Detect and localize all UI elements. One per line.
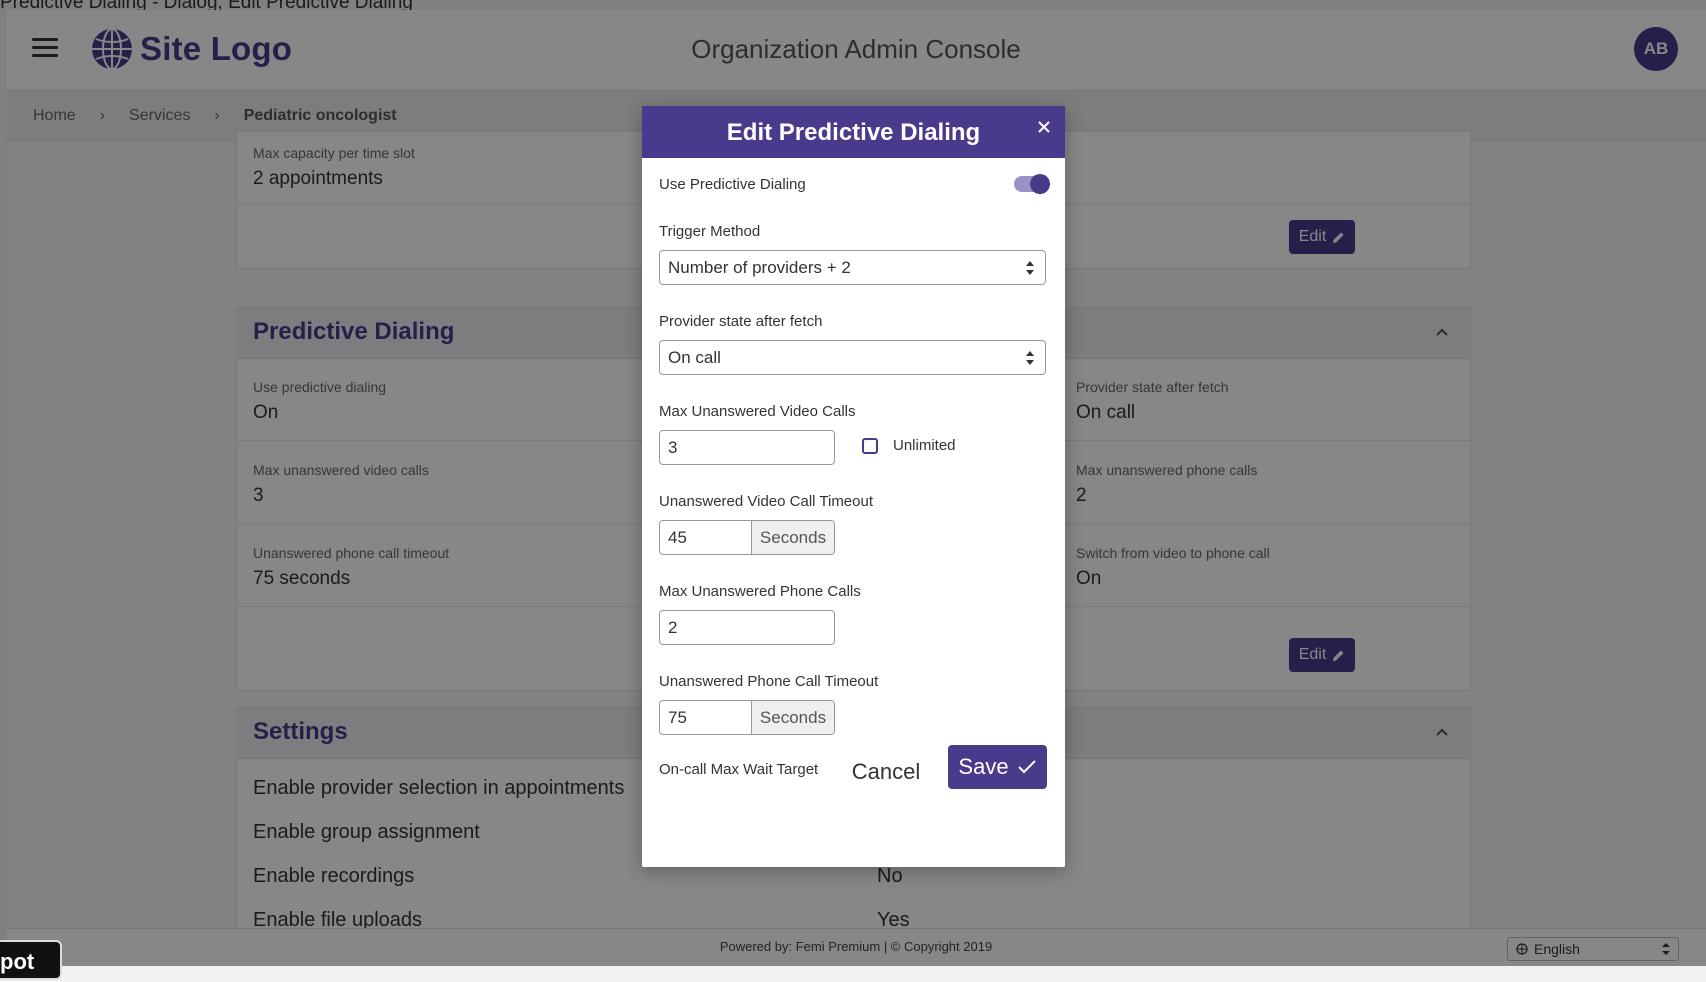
select-arrows-icon (1026, 351, 1034, 365)
trigger-method-value: Number of providers + 2 (668, 258, 851, 277)
seconds-addon: Seconds (752, 521, 834, 554)
video-timeout-input[interactable]: 45 (660, 521, 752, 554)
provider-state-select[interactable]: On call (659, 340, 1046, 375)
select-arrows-icon (1026, 261, 1034, 275)
provider-state-label: Provider state after fetch (659, 313, 823, 330)
use-predictive-label: Use Predictive Dialing (659, 176, 806, 193)
cancel-button[interactable]: Cancel (841, 752, 931, 792)
phone-timeout-label: Unanswered Phone Call Timeout (659, 673, 879, 690)
edit-predictive-dialing-modal: Edit Predictive Dialing Use Predictive D… (642, 106, 1065, 867)
modal-header: Edit Predictive Dialing (642, 106, 1065, 158)
save-label: Save (958, 754, 1009, 779)
checkmark-icon (1017, 760, 1036, 774)
toast-snippet: pot (0, 940, 62, 980)
seconds-addon: Seconds (752, 701, 834, 734)
max-phone-label: Max Unanswered Phone Calls (659, 583, 861, 600)
max-phone-input[interactable]: 2 (659, 610, 835, 645)
save-button[interactable]: Save (948, 745, 1047, 789)
trigger-method-select[interactable]: Number of providers + 2 (659, 250, 1046, 285)
provider-state-value: On call (668, 348, 721, 367)
video-timeout-label: Unanswered Video Call Timeout (659, 493, 874, 510)
max-video-input[interactable]: 3 (659, 430, 835, 465)
close-icon[interactable] (1035, 118, 1053, 136)
modal-title: Edit Predictive Dialing (726, 119, 981, 146)
unlimited-label: Unlimited (893, 437, 956, 454)
phone-timeout-group: 75 Seconds (659, 700, 835, 735)
max-video-label: Max Unanswered Video Calls (659, 403, 856, 420)
oncall-wait-label: On-call Max Wait Target (659, 761, 819, 778)
use-predictive-toggle[interactable] (1014, 174, 1050, 194)
unlimited-checkbox[interactable] (862, 438, 878, 454)
video-timeout-group: 45 Seconds (659, 520, 835, 555)
trigger-method-label: Trigger Method (659, 223, 761, 240)
phone-timeout-input[interactable]: 75 (660, 701, 752, 734)
